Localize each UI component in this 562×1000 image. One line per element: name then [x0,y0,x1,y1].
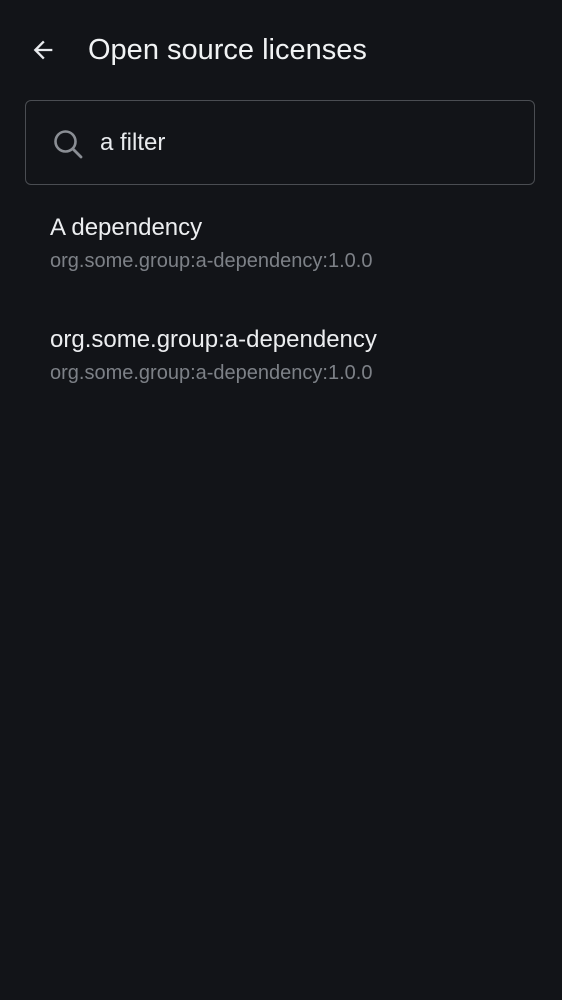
dependency-name: org.some.group:a-dependency [50,326,377,353]
top-app-bar: Open source licenses [0,0,562,100]
dependency-coordinates: org.some.group:a-dependency:1.0.0 [50,250,373,272]
page-title: Open source licenses [88,34,367,66]
license-list: A dependency org.some.group:a-dependency… [0,200,562,424]
search-field[interactable] [25,100,535,185]
search-input[interactable] [100,123,510,163]
license-list-item[interactable]: org.some.group:a-dependency org.some.gro… [0,312,562,424]
arrow-back-icon [33,40,53,60]
license-list-item[interactable]: A dependency org.some.group:a-dependency… [0,200,562,312]
back-button[interactable] [22,29,64,71]
dependency-name: A dependency [50,214,203,241]
search-icon [54,130,83,159]
dependency-coordinates: org.some.group:a-dependency:1.0.0 [50,362,373,384]
